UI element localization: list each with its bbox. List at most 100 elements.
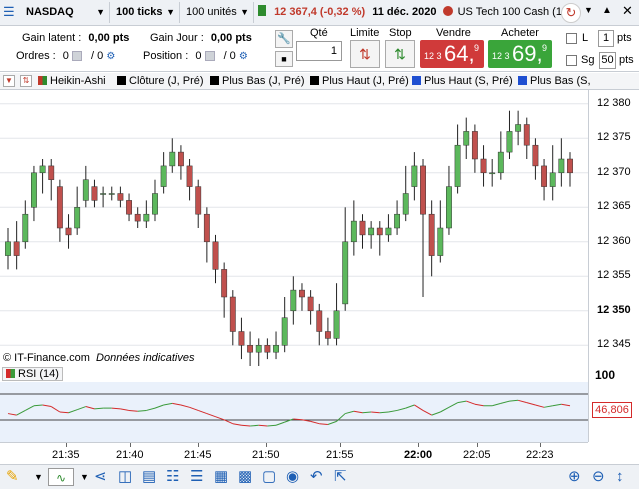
x-tick-mark bbox=[266, 443, 267, 447]
candle bbox=[212, 241, 219, 270]
rsi-segment bbox=[68, 409, 78, 414]
candle bbox=[281, 317, 288, 346]
candle bbox=[376, 227, 383, 236]
candle bbox=[74, 207, 81, 229]
candle bbox=[169, 151, 176, 167]
limit-order-button[interactable]: ⇅ bbox=[350, 40, 380, 68]
l-checkbox[interactable] bbox=[566, 33, 577, 44]
rsi-segment bbox=[422, 410, 432, 416]
quantity-input[interactable]: 1 bbox=[296, 41, 342, 61]
scroll-down-icon[interactable]: ▼ bbox=[3, 75, 15, 87]
x-tick-label: 21:55 bbox=[326, 449, 354, 461]
qte-label: Qté bbox=[310, 27, 328, 39]
undo-icon[interactable]: ↶ bbox=[310, 468, 323, 486]
vendre-label: Vendre bbox=[436, 27, 471, 39]
scroll-up-icon[interactable]: ▲ bbox=[602, 5, 612, 16]
indicator-icon[interactable]: ∿ bbox=[48, 468, 74, 486]
screenshot-icon[interactable]: ▢ bbox=[262, 468, 276, 486]
zoom-in-icon[interactable]: ⊕ bbox=[568, 468, 581, 486]
rsi-tab[interactable]: RSI (14) bbox=[2, 367, 63, 381]
candle bbox=[13, 241, 20, 256]
stop-order-button[interactable]: ⇅ bbox=[385, 40, 415, 68]
tab-plus-bas-s[interactable]: Plus Bas (S, bbox=[518, 74, 591, 89]
units-selector[interactable]: 100 unités ▼ bbox=[182, 2, 254, 23]
rsi-header: RSI (14) bbox=[0, 366, 588, 382]
series-color-swatch bbox=[117, 76, 126, 85]
price-chart[interactable] bbox=[0, 90, 588, 366]
candle bbox=[532, 144, 539, 167]
tab-label: Heikin-Ashi bbox=[50, 75, 106, 87]
candle bbox=[264, 345, 271, 353]
add-chart-icon[interactable]: ◫ bbox=[118, 468, 132, 486]
position-settings-icon[interactable]: ⚙ bbox=[239, 51, 248, 62]
pencil-icon[interactable]: ✎ bbox=[6, 468, 19, 486]
candle bbox=[342, 241, 349, 305]
sg-checkbox[interactable] bbox=[566, 55, 577, 66]
buy-button[interactable]: 12 3 69, 9 bbox=[488, 40, 552, 68]
y-tick-label: 12 370 bbox=[597, 165, 631, 178]
wrench-icon[interactable]: 🔧 bbox=[275, 30, 293, 48]
camera-icon[interactable]: ◉ bbox=[286, 468, 299, 486]
close-icon[interactable]: ✕ bbox=[622, 3, 633, 19]
tab-plus-haut-s[interactable]: Plus Haut (S, Pré) bbox=[412, 74, 513, 89]
sell-button[interactable]: 12 3 64, 9 bbox=[420, 40, 484, 68]
candle bbox=[134, 213, 141, 222]
tab-heikin-ashi[interactable]: Heikin-Ashi bbox=[38, 74, 106, 89]
rsi-chart[interactable] bbox=[0, 382, 588, 442]
chevron-down-icon[interactable]: ▼ bbox=[34, 468, 43, 486]
compare-icon[interactable]: ☰ bbox=[190, 468, 203, 486]
candle bbox=[5, 241, 11, 256]
rsi-color-swatch bbox=[6, 369, 15, 378]
instrument-selector[interactable]: NASDAQ ▼ bbox=[22, 2, 110, 23]
tools-icon[interactable]: ▦ bbox=[214, 468, 228, 486]
position-close-icon[interactable] bbox=[204, 51, 215, 62]
candle bbox=[117, 193, 124, 201]
color-mode-icon[interactable]: ⇅ bbox=[20, 75, 32, 87]
rsi-segment bbox=[172, 402, 182, 406]
rsi-segment bbox=[275, 421, 285, 426]
candle bbox=[160, 165, 167, 187]
chevron-down-icon[interactable]: ▼ bbox=[584, 5, 593, 15]
rsi-segment bbox=[379, 411, 389, 414]
position-total: / 0 bbox=[223, 50, 236, 62]
market-name: US Tech 100 Cash (1 bbox=[457, 6, 562, 18]
candle bbox=[489, 172, 496, 175]
trade-settings-icon[interactable]: ■ bbox=[275, 51, 293, 67]
series-color-swatch bbox=[518, 76, 527, 85]
tab-plus-haut-j[interactable]: Plus Haut (J, Pré) bbox=[310, 74, 409, 89]
refresh-icon[interactable]: ↻ bbox=[561, 3, 581, 23]
app-menu-icon[interactable]: ☰ bbox=[3, 4, 19, 20]
candle bbox=[506, 131, 513, 153]
orders-settings-icon[interactable]: ⚙ bbox=[106, 51, 115, 62]
time-axis[interactable]: 21:35 21:40 21:45 21:50 21:55 22:00 22:05 22:23 bbox=[0, 442, 588, 464]
grid-icon[interactable]: ▩ bbox=[238, 468, 252, 486]
candle bbox=[446, 186, 452, 229]
quote-date: 11 déc. 2020 bbox=[372, 6, 437, 18]
zoom-out-icon[interactable]: ⊖ bbox=[592, 468, 605, 486]
template-icon[interactable]: ▤ bbox=[142, 468, 156, 486]
arrows-icon[interactable]: ↕ bbox=[616, 468, 624, 486]
candle bbox=[428, 213, 435, 256]
x-tick-label: 22:05 bbox=[463, 449, 491, 461]
series-color-swatch bbox=[210, 76, 219, 85]
pts-input[interactable]: 1 bbox=[598, 30, 614, 47]
share-icon[interactable]: ⋖ bbox=[94, 468, 107, 486]
tab-plus-bas-j[interactable]: Plus Bas (J, Pré) bbox=[210, 74, 305, 89]
tab-label: Plus Haut (J, Pré) bbox=[322, 75, 409, 87]
candle bbox=[558, 158, 565, 174]
orders-cancel-icon[interactable] bbox=[71, 51, 82, 62]
series-color-swatch bbox=[412, 76, 421, 85]
calendar-icon[interactable]: ☷ bbox=[166, 468, 179, 486]
chevron-down-icon[interactable]: ▼ bbox=[80, 468, 89, 486]
sg-pts-label: pts bbox=[619, 54, 634, 66]
rsi-segment bbox=[7, 413, 17, 416]
rsi-segment bbox=[396, 407, 406, 411]
rsi-segment bbox=[146, 407, 156, 411]
ticks-selector[interactable]: 100 ticks ▼ bbox=[112, 2, 180, 23]
sg-input[interactable]: 50 bbox=[599, 52, 616, 69]
y-tick-label: 12 345 bbox=[597, 338, 631, 351]
tab-cloture[interactable]: Clôture (J, Pré) bbox=[117, 74, 204, 89]
export-icon[interactable]: ⇱ bbox=[334, 468, 347, 486]
y-tick-label: 12 350 bbox=[597, 303, 631, 316]
price-axis[interactable]: 12 380 12 375 12 370 12 365 12 360 12 355 12 3… bbox=[588, 90, 639, 366]
